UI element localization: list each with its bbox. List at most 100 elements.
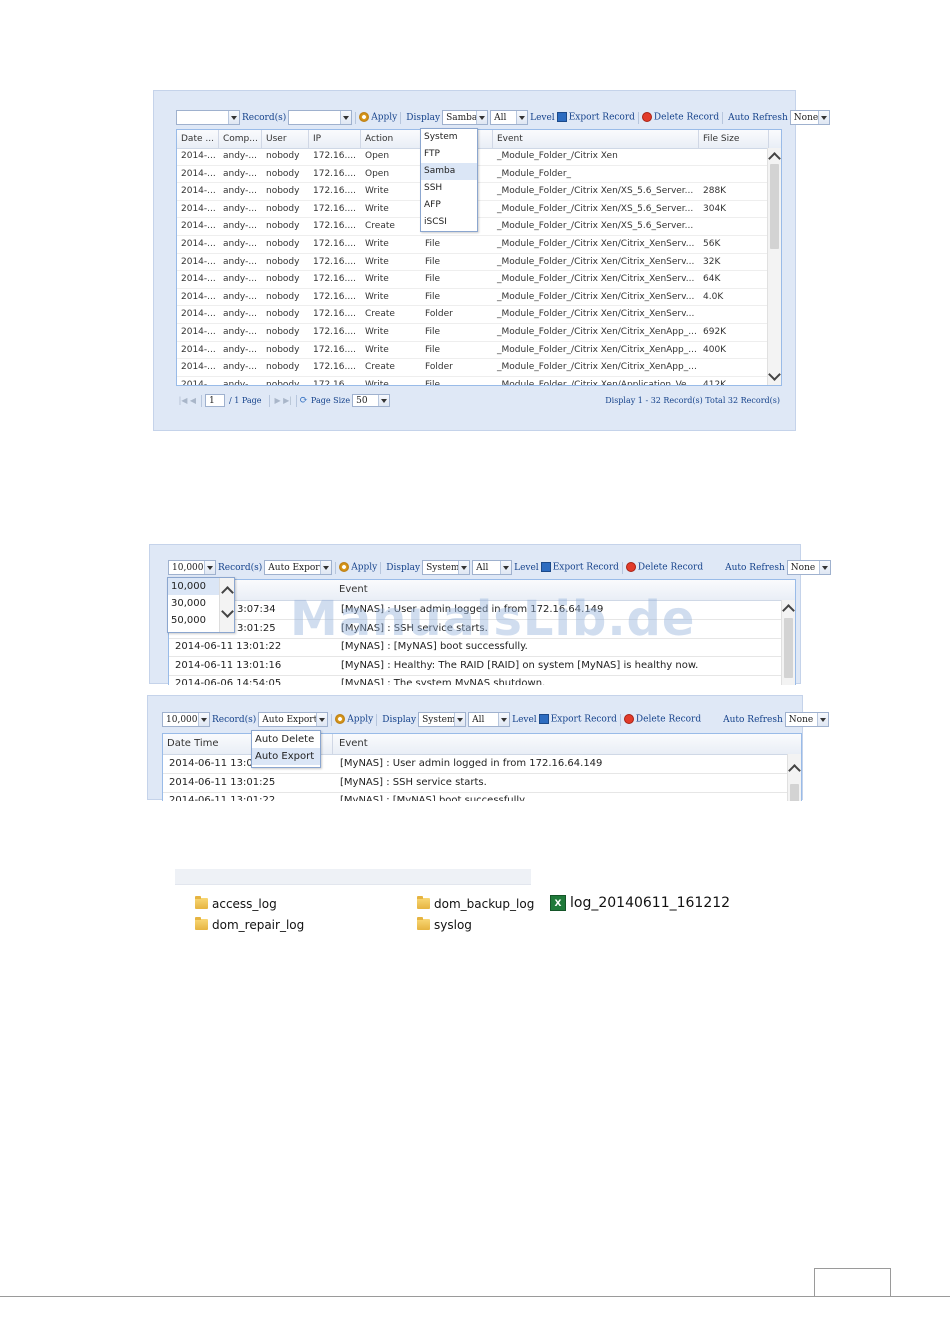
level-combo[interactable]: All <box>468 712 511 727</box>
chevron-down-icon[interactable] <box>818 561 830 574</box>
refresh-icon[interactable]: ⟳ <box>300 395 308 406</box>
menu-item-system[interactable]: System <box>421 129 477 146</box>
first-page-icon[interactable]: |◀ <box>178 396 188 406</box>
menu-scrollbar[interactable] <box>219 578 234 632</box>
column-header-event[interactable]: Event <box>493 130 699 148</box>
chevron-down-icon[interactable] <box>454 713 466 726</box>
menu-item-records[interactable]: 50,000 <box>168 612 220 629</box>
scroll-up-icon[interactable] <box>782 602 795 617</box>
folder-item[interactable]: dom_repair_log <box>195 914 304 933</box>
chevron-down-icon[interactable] <box>340 111 352 124</box>
chevron-down-icon[interactable] <box>476 111 488 124</box>
table-row[interactable]: 2014-... andy-... nobody 172.16.... Create Fo… <box>177 359 767 377</box>
mode-combo[interactable]: Auto Export <box>264 560 333 575</box>
level-combo[interactable]: All <box>472 560 513 575</box>
table-row[interactable]: 2014-... andy-... nobody 172.16.... Write Fil… <box>177 324 767 342</box>
export-record-button[interactable]: Export Record <box>556 112 635 123</box>
export-record-button[interactable]: Export Record <box>540 562 619 573</box>
table-row[interactable]: 2014-... andy-... nobody 172.16.... Create Fo… <box>177 306 767 324</box>
records-combo[interactable] <box>176 110 240 125</box>
folder-item[interactable]: access_log <box>195 893 277 912</box>
auto-refresh-combo[interactable]: None <box>784 712 829 727</box>
scroll-thumb[interactable] <box>770 164 779 249</box>
column-header-action[interactable]: Action <box>361 130 421 148</box>
toolbar: 10,000 Record(s) Auto Export Apply Displ… <box>162 712 829 727</box>
display-combo[interactable]: System <box>422 560 471 575</box>
menu-item-auto-export[interactable]: Auto Export <box>252 748 320 765</box>
scroll-down-icon[interactable] <box>220 605 234 618</box>
auto-refresh-combo[interactable]: None <box>786 560 831 575</box>
scroll-thumb[interactable] <box>790 784 799 801</box>
menu-item-auto-delete[interactable]: Auto Delete <box>252 731 320 748</box>
chevron-down-icon[interactable] <box>315 713 328 726</box>
scroll-up-icon[interactable] <box>220 586 234 599</box>
cell-date: 2014-... <box>181 362 216 373</box>
menu-item-ftp[interactable]: FTP <box>421 146 477 163</box>
table-row[interactable]: 2014-... andy-... nobody 172.16.... Write Fil… <box>177 254 767 272</box>
chevron-down-icon[interactable] <box>498 713 510 726</box>
chevron-down-icon[interactable] <box>378 395 390 406</box>
cell-event: _Module_Folder_/Citrix Xen/Application_V… <box>497 379 696 386</box>
export-record-button[interactable]: Export Record <box>538 714 617 725</box>
display-combo[interactable]: Samba <box>442 110 489 125</box>
chevron-down-icon[interactable] <box>319 561 332 574</box>
cell-file-size: 64K <box>703 274 721 285</box>
scroll-up-icon[interactable] <box>788 762 801 777</box>
apply-button[interactable]: Apply <box>359 112 397 123</box>
page-input[interactable]: 1 <box>205 394 225 407</box>
display-combo[interactable]: System <box>418 712 467 727</box>
records-combo[interactable]: 10,000 <box>168 560 216 575</box>
chevron-down-icon[interactable] <box>458 561 470 574</box>
menu-item-samba[interactable]: Samba <box>421 163 477 180</box>
table-row[interactable]: 2014-... andy-... nobody 172.16.... Write Fil… <box>177 377 767 386</box>
menu-item-records[interactable]: 10,000 <box>168 578 220 595</box>
column-header-date[interactable]: Date ... <box>177 130 219 148</box>
prev-page-icon[interactable]: ◀ <box>188 396 198 406</box>
chevron-down-icon[interactable] <box>818 111 829 124</box>
chevron-down-icon[interactable] <box>204 561 215 574</box>
scroll-thumb[interactable] <box>784 618 793 678</box>
auto-refresh-combo[interactable]: None <box>789 110 830 125</box>
column-header-ip[interactable]: IP <box>309 130 361 148</box>
menu-item-afp[interactable]: AFP <box>421 197 477 214</box>
chevron-down-icon[interactable] <box>227 111 239 124</box>
folder-item[interactable]: syslog <box>417 914 472 933</box>
file-item[interactable]: Xlog_20140611_161212 <box>550 892 730 911</box>
table-row[interactable]: 2014-... andy-... nobody 172.16.... Write Fil… <box>177 236 767 254</box>
page-size-combo[interactable]: 50 <box>352 394 391 407</box>
folder-item[interactable]: dom_backup_log <box>417 893 534 912</box>
menu-item-records[interactable]: 30,000 <box>168 595 220 612</box>
table-row[interactable]: 2014-... andy-... nobody 172.16.... Write Fil… <box>177 289 767 307</box>
vertical-scrollbar[interactable] <box>767 148 781 385</box>
chevron-down-icon[interactable] <box>198 713 209 726</box>
table-row[interactable]: 2014-... andy-... nobody 172.16.... Write Fil… <box>177 342 767 360</box>
last-page-icon[interactable]: ▶| <box>283 396 293 406</box>
delete-record-button[interactable]: Delete Record <box>625 562 703 573</box>
menu-item-ssh[interactable]: SSH <box>421 180 477 197</box>
vertical-scrollbar[interactable] <box>781 600 795 685</box>
cell-action: Write <box>365 327 389 337</box>
scroll-up-icon[interactable] <box>768 150 781 165</box>
level-combo[interactable]: All <box>490 110 529 125</box>
apply-button[interactable]: Apply <box>335 714 373 725</box>
delete-record-button[interactable]: Delete Record <box>641 112 719 123</box>
menu-item-iscsi[interactable]: iSCSI <box>421 214 477 231</box>
next-page-icon[interactable]: ▶ <box>273 396 283 406</box>
column-header-file-size[interactable]: File Size <box>699 130 769 148</box>
table-row[interactable]: 2014-... andy-... nobody 172.16.... Write Fil… <box>177 271 767 289</box>
apply-button[interactable]: Apply <box>339 562 377 573</box>
column-header-computer[interactable]: Comp... <box>219 130 262 148</box>
mode-combo[interactable] <box>288 110 353 125</box>
mode-combo[interactable]: Auto Export <box>258 712 329 727</box>
delete-record-button[interactable]: Delete Record <box>623 714 701 725</box>
column-header-event[interactable]: Event <box>335 734 368 754</box>
chevron-down-icon[interactable] <box>816 713 828 726</box>
column-header-user[interactable]: User <box>262 130 309 148</box>
cell-date: 2014-... <box>181 239 216 249</box>
cell-action: Write <box>365 239 389 249</box>
scroll-down-icon[interactable] <box>768 368 781 381</box>
chevron-down-icon[interactable] <box>500 561 512 574</box>
vertical-scrollbar[interactable] <box>787 754 801 801</box>
chevron-down-icon[interactable] <box>516 111 528 124</box>
records-combo[interactable]: 10,000 <box>162 712 210 727</box>
